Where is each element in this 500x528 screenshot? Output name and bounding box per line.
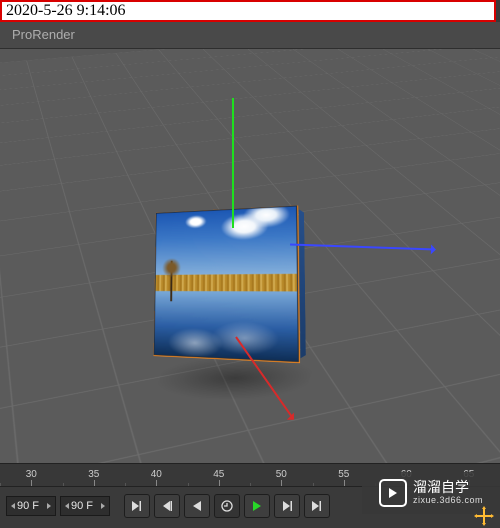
- chevron-right-icon[interactable]: [101, 503, 105, 509]
- watermark-title: 溜溜自学: [413, 480, 483, 495]
- tick: 50: [250, 464, 313, 486]
- play-icon: [379, 479, 407, 507]
- current-frame-value: 90 F: [17, 500, 45, 512]
- renderer-label: ProRender: [12, 27, 75, 42]
- go-to-start-button[interactable]: [124, 494, 150, 518]
- step-back-button[interactable]: [154, 494, 180, 518]
- watermark-url: zixue.3d66.com: [413, 496, 483, 506]
- timestamp-text: 2020-5-26 9:14:06: [6, 2, 126, 19]
- end-frame-field[interactable]: 90 F: [60, 496, 110, 516]
- stop-button[interactable]: [214, 494, 240, 518]
- tick: 30: [0, 464, 63, 486]
- chevron-left-icon[interactable]: [65, 503, 69, 509]
- tick: 40: [125, 464, 188, 486]
- chevron-left-icon[interactable]: [11, 503, 15, 509]
- viewport-header: ProRender: [0, 22, 500, 49]
- cube-face-front: [154, 205, 299, 362]
- tick: 45: [188, 464, 251, 486]
- viewport-3d[interactable]: [0, 49, 500, 464]
- end-frame-value: 90 F: [71, 500, 99, 512]
- timestamp-banner: 2020-5-26 9:14:06: [0, 0, 496, 22]
- current-frame-field[interactable]: 90 F: [6, 496, 56, 516]
- play-backward-button[interactable]: [184, 494, 210, 518]
- play-button[interactable]: [244, 494, 270, 518]
- go-to-end-button[interactable]: [304, 494, 330, 518]
- step-forward-button[interactable]: [274, 494, 300, 518]
- tick: 35: [63, 464, 126, 486]
- textured-cube[interactable]: [162, 209, 301, 358]
- chevron-right-icon[interactable]: [47, 503, 51, 509]
- move-gizmo-icon[interactable]: [474, 506, 494, 526]
- cube-shadow: [152, 357, 317, 399]
